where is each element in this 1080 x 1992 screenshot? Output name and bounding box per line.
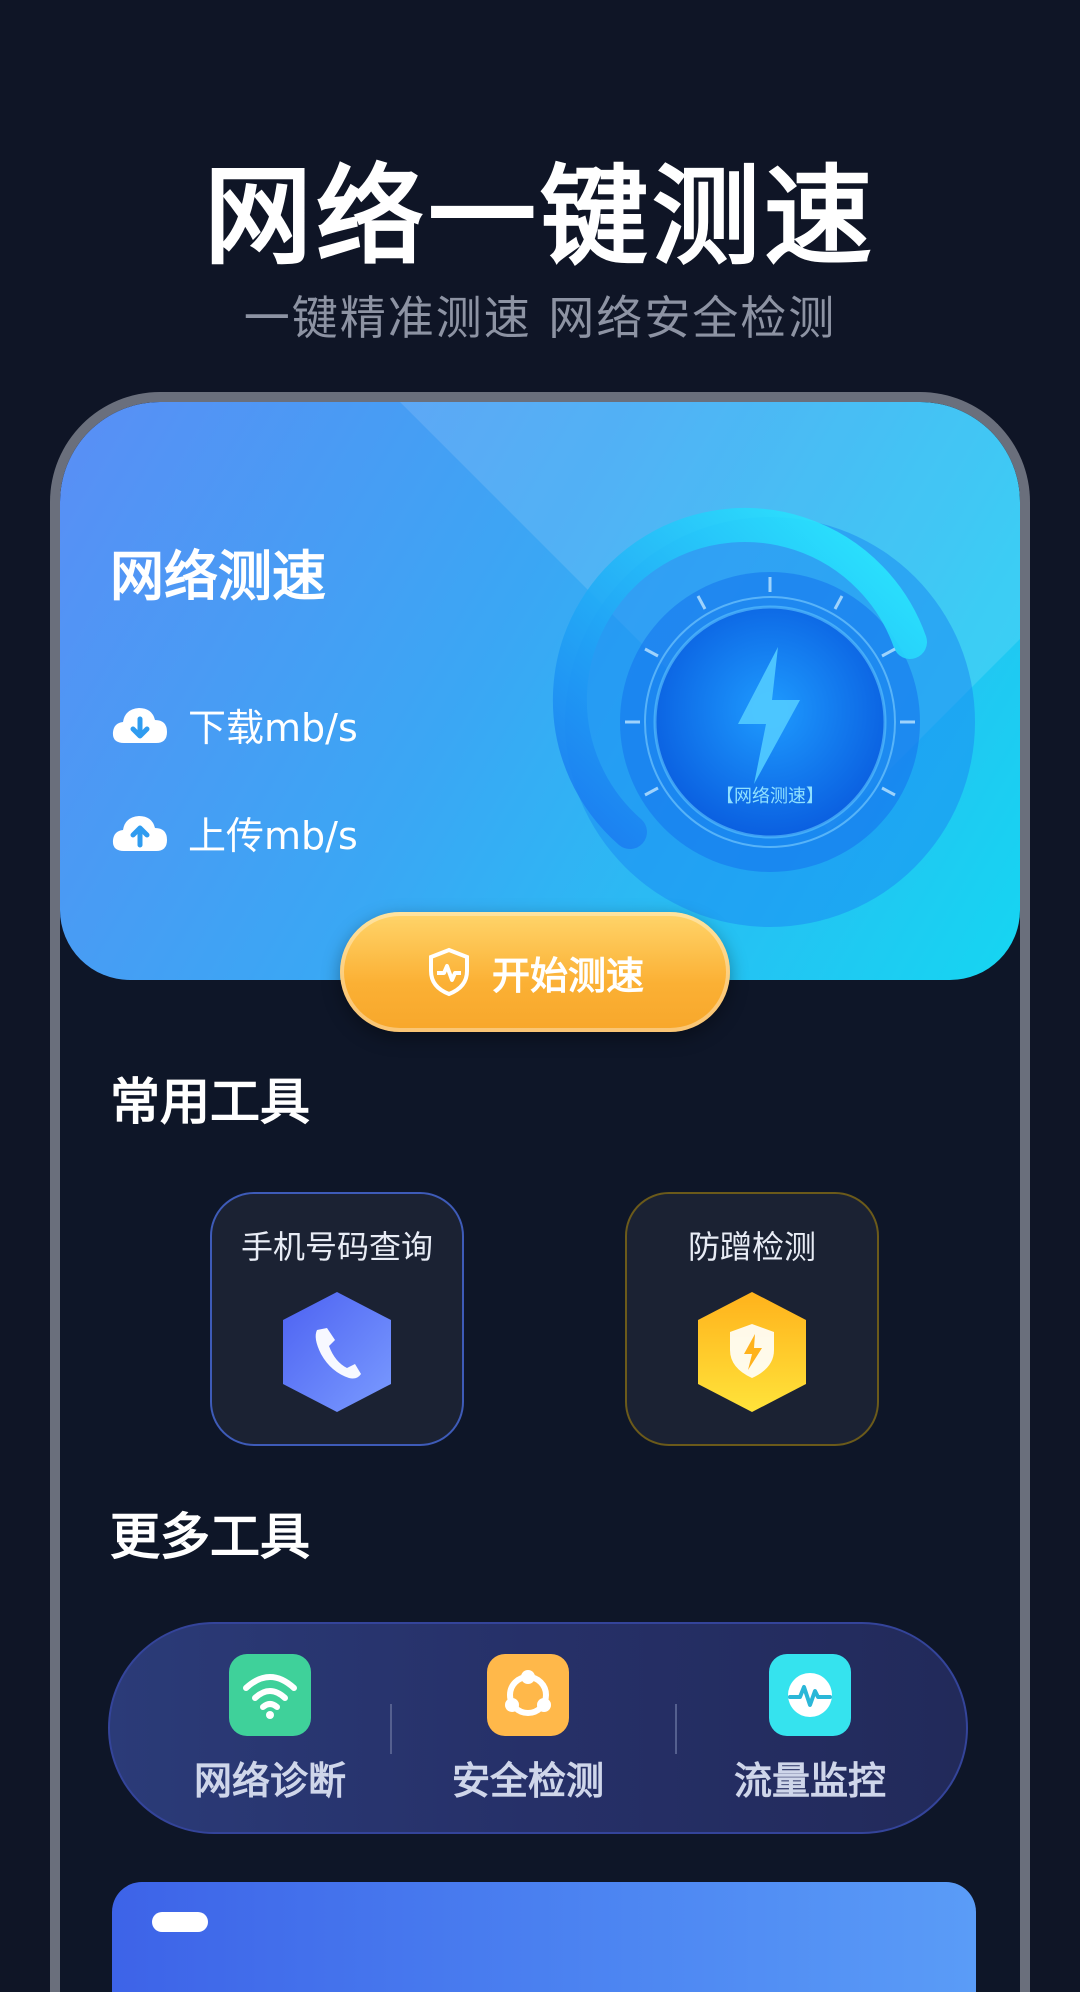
divider — [390, 1704, 392, 1754]
more-tools-bar: 网络诊断 安全检测 流量监控 — [108, 1622, 968, 1834]
pulse-icon — [769, 1654, 851, 1736]
tool-security-check[interactable]: 安全检测 — [428, 1654, 628, 1805]
tool-phone-lookup-label: 手机号码查询 — [240, 1228, 433, 1266]
gauge-caption: 【网络测速】 — [716, 786, 824, 807]
upload-metric: 上传mb/s — [110, 805, 358, 860]
divider — [675, 1704, 677, 1754]
download-metric: 下载mb/s — [110, 697, 358, 752]
tool-network-diagnosis[interactable]: 网络诊断 — [170, 1654, 370, 1805]
shield-pulse-icon — [428, 947, 469, 997]
network-diagnosis-label: 网络诊断 — [193, 1759, 346, 1803]
traffic-monitor-label: 流量监控 — [733, 1759, 886, 1803]
promo-banner[interactable] — [112, 1882, 976, 1992]
page-subtitle: 一键精准测速 网络安全检测 — [243, 291, 837, 345]
upload-label: 上传mb/s — [188, 814, 358, 858]
banner-icon — [152, 1912, 208, 1932]
page-title: 网络一键测速 — [203, 155, 876, 280]
common-tools-title: 常用工具 — [110, 1073, 310, 1131]
tool-traffic-monitor[interactable]: 流量监控 — [710, 1654, 910, 1805]
cloud-download-icon — [112, 707, 167, 743]
speed-test-card: 网络测速 下载mb/s 上传mb/s 【网络测速】 — [60, 402, 1020, 980]
tool-anti-leech-label: 防蹭检测 — [687, 1228, 816, 1266]
security-icon — [487, 1654, 569, 1736]
speed-card-title: 网络测速 — [110, 545, 326, 608]
common-tools-heading: 常用工具 — [110, 1062, 310, 1134]
shield-bolt-icon — [698, 1292, 806, 1412]
security-check-label: 安全检测 — [451, 1759, 604, 1803]
cloud-upload-icon — [112, 815, 167, 851]
start-button-label: 开始测速 — [491, 953, 644, 998]
phone-frame: 网络测速 下载mb/s 上传mb/s 【网络测速】 开始测速 常用工具 手机号码… — [50, 392, 1030, 1992]
start-speed-test-button[interactable]: 开始测速 — [340, 912, 730, 1032]
more-tools-heading: 更多工具 — [110, 1497, 310, 1569]
more-tools-title: 更多工具 — [110, 1508, 310, 1566]
speed-gauge: 【网络测速】 — [552, 508, 975, 927]
download-label: 下载mb/s — [188, 706, 358, 750]
tool-anti-leech[interactable]: 防蹭检测 — [625, 1192, 879, 1446]
wifi-icon — [229, 1654, 311, 1736]
phone-icon — [283, 1292, 391, 1412]
tool-phone-lookup[interactable]: 手机号码查询 — [210, 1192, 464, 1446]
